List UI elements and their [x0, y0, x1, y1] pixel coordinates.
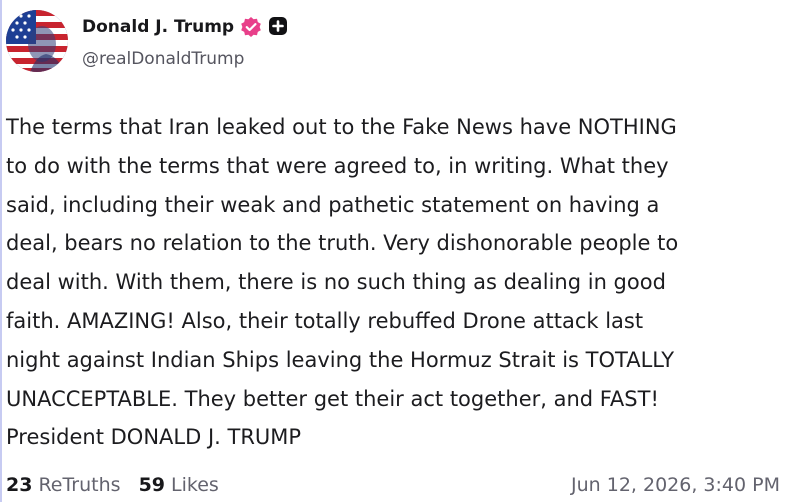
post-timestamp[interactable]: Jun 12, 2026, 3:40 PM [571, 474, 780, 496]
retruths-label: ReTruths [38, 474, 121, 496]
avatar[interactable] [6, 10, 68, 72]
post-text: The terms that Iran leaked out to the Fa… [6, 115, 679, 450]
flag-portrait-avatar-icon [6, 10, 68, 72]
retruths-count: 23 [6, 474, 33, 496]
plus-badge-icon [268, 16, 290, 38]
user-handle[interactable]: @realDonaldTrump [82, 49, 244, 69]
left-accent-rule [0, 0, 2, 502]
verified-badge-icon [240, 16, 262, 38]
likes-label: Likes [171, 474, 219, 496]
name-row: Donald J. Trump [82, 16, 290, 38]
post-header: Donald J. Trump @realDonaldTrump [6, 6, 766, 72]
likes-count: 59 [138, 474, 166, 496]
likes-stat[interactable]: 59 Likes [139, 474, 219, 496]
post-footer: 23 ReTruths 59 Likes Jun 12, 2026, 3:40 … [6, 470, 780, 500]
display-name[interactable]: Donald J. Trump [82, 17, 234, 37]
retruths-stat[interactable]: 23 ReTruths [6, 474, 121, 496]
